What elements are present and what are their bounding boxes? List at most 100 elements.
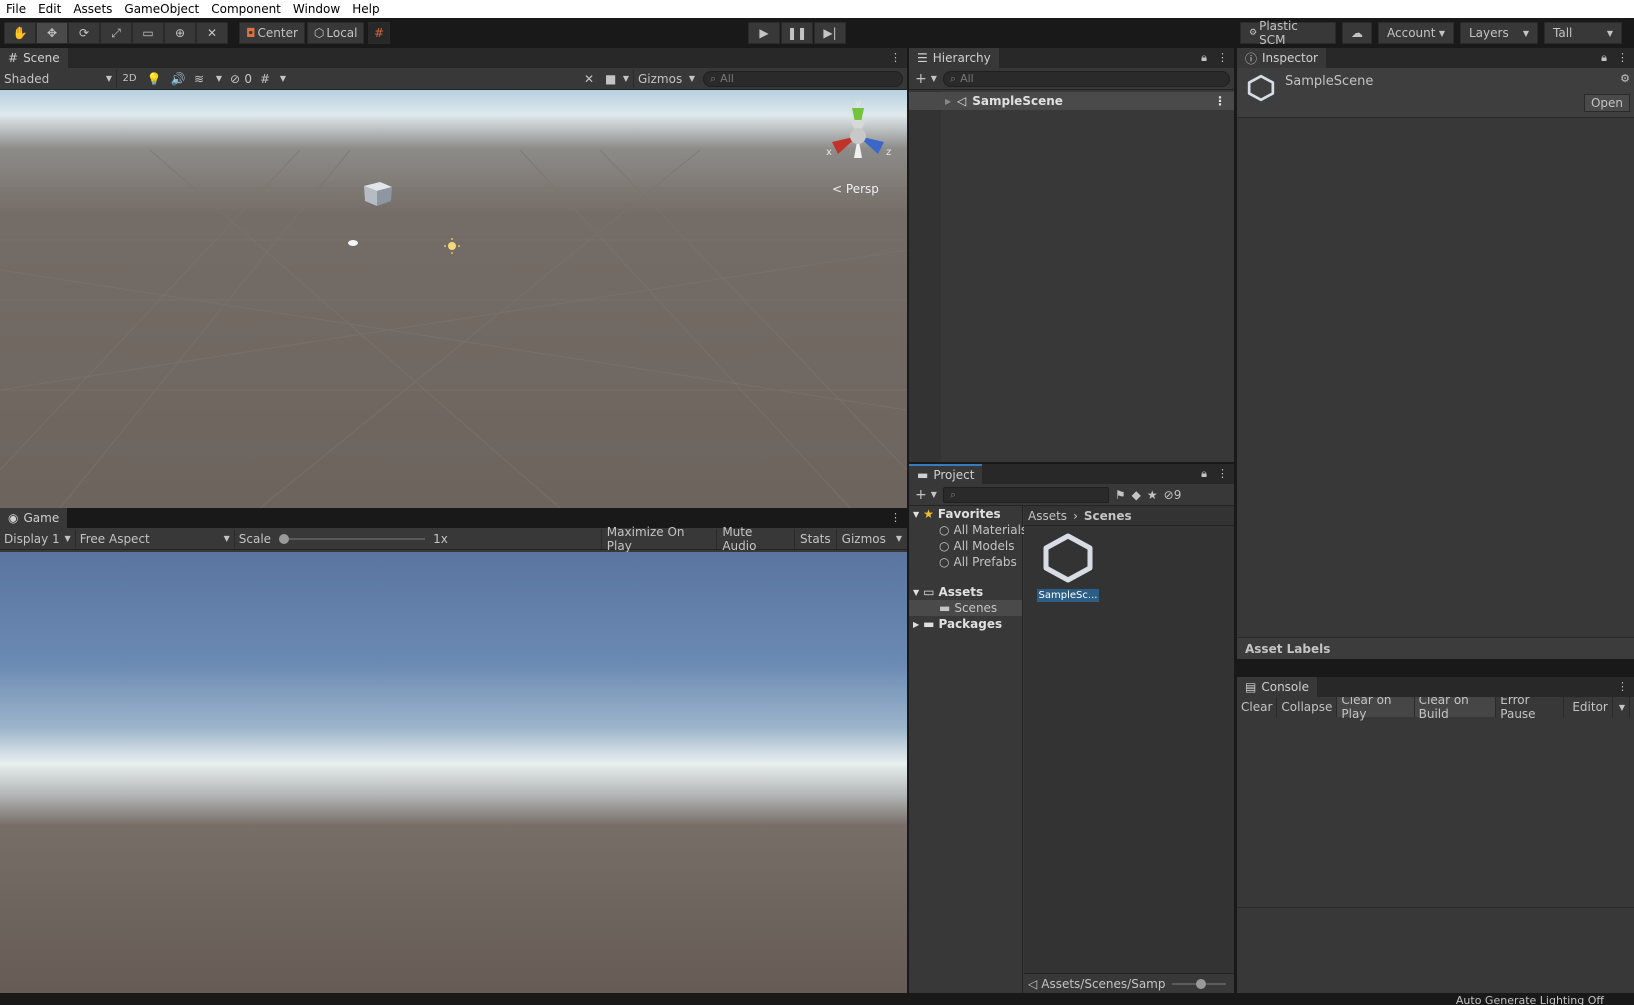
play-button-icon[interactable]: ▶: [748, 22, 780, 44]
shading-dropdown[interactable]: Shaded ▼: [0, 70, 116, 88]
hierarchy-search-input[interactable]: ⌕ All: [942, 70, 1230, 87]
pivot-local-button[interactable]: ⬡ Local: [306, 22, 365, 44]
camera-gizmo-icon[interactable]: [348, 240, 358, 246]
expand-arrow-icon[interactable]: ▶: [945, 97, 951, 106]
clear-on-play-toggle[interactable]: Clear on Play: [1337, 693, 1415, 721]
menu-gameobject[interactable]: GameObject: [118, 2, 205, 16]
mute-audio-toggle[interactable]: Mute Audio: [716, 525, 794, 553]
orientation-gizmo[interactable]: x y z: [818, 96, 898, 176]
search-by-type-icon[interactable]: ⚑: [1115, 488, 1126, 502]
tree-assets[interactable]: ▼ ▭ Assets: [909, 584, 1022, 600]
gizmos-dropdown[interactable]: Gizmos ▼: [633, 69, 699, 88]
project-search-input[interactable]: ⌕: [942, 486, 1109, 503]
tab-inspector[interactable]: ⓘ Inspector: [1237, 48, 1326, 68]
create-asset-button[interactable]: + ▼: [915, 486, 937, 504]
lighting-icon[interactable]: 💡: [142, 70, 166, 88]
scale-tool-icon[interactable]: ⤢: [100, 22, 132, 44]
tree-packages[interactable]: ▶ ▬ Packages: [909, 616, 1022, 632]
open-button[interactable]: Open: [1583, 94, 1630, 112]
aspect-dropdown[interactable]: Free Aspect ▼: [74, 529, 234, 548]
expand-arrow-icon[interactable]: ▶: [913, 620, 919, 629]
menu-component[interactable]: Component: [205, 2, 287, 16]
scale-slider[interactable]: [279, 533, 426, 544]
menu-window[interactable]: Window: [287, 2, 346, 16]
tree-favorites[interactable]: ▼ ★ Favorites: [909, 506, 1022, 522]
more-options-icon[interactable]: ⋮: [1214, 94, 1226, 108]
breadcrumb-assets[interactable]: Assets: [1028, 509, 1067, 523]
hidden-packages-toggle[interactable]: ⊘9: [1164, 488, 1182, 502]
asset-labels-bar[interactable]: Asset Labels: [1237, 637, 1634, 659]
hierarchy-scene-row[interactable]: ▶ ◁ SampleScene ⋮: [909, 92, 1234, 110]
tab-hierarchy[interactable]: ☰ Hierarchy: [909, 48, 999, 68]
lock-icon[interactable]: 🔒︎: [1201, 467, 1207, 481]
more-options-icon[interactable]: ⋮: [1217, 467, 1228, 481]
hand-tool-icon[interactable]: ✋: [4, 22, 36, 44]
collapse-arrow-icon[interactable]: ▼: [913, 588, 919, 597]
tree-all-models[interactable]: ○ All Models: [909, 538, 1022, 554]
error-pause-toggle[interactable]: Error Pause: [1496, 693, 1565, 721]
breadcrumb-scenes[interactable]: Scenes: [1084, 509, 1132, 523]
more-options-icon[interactable]: ⋮: [1617, 680, 1628, 693]
scene-search-input[interactable]: ⌕ All: [703, 70, 903, 87]
more-options-icon[interactable]: ⋮: [890, 51, 901, 64]
more-options-icon[interactable]: ⋮: [1617, 51, 1628, 65]
rotate-tool-icon[interactable]: ⟳: [68, 22, 100, 44]
tree-all-materials[interactable]: ○ All Materials: [909, 522, 1027, 538]
plastic-scm-button[interactable]: ⚙ Plastic SCM: [1240, 19, 1336, 47]
collapse-arrow-icon[interactable]: ▼: [913, 510, 919, 519]
clear-button[interactable]: Clear: [1237, 697, 1278, 717]
custom-tool-icon[interactable]: ✕: [196, 22, 228, 44]
layout-dropdown[interactable]: Tall ▼: [1544, 22, 1622, 44]
move-tool-icon[interactable]: ✥: [36, 22, 68, 44]
favorite-star-icon[interactable]: ★: [1147, 488, 1158, 502]
cube-object[interactable]: [364, 182, 392, 206]
gear-icon[interactable]: ⚙: [1620, 72, 1630, 85]
pivot-center-button[interactable]: ◘ Center: [239, 22, 305, 44]
more-options-icon[interactable]: ⋮: [890, 511, 901, 524]
scene-asset[interactable]: SampleSc...: [1036, 532, 1100, 602]
grid-snap-icon[interactable]: #: [368, 22, 390, 44]
transform-tool-icon[interactable]: ⊕: [164, 22, 196, 44]
cloud-icon[interactable]: ☁: [1342, 22, 1372, 44]
editor-dropdown[interactable]: Editor ▼: [1564, 697, 1634, 717]
display-dropdown[interactable]: Display 1 ▼: [0, 530, 75, 548]
pause-button-icon[interactable]: ❚❚: [781, 22, 813, 44]
grid-icon[interactable]: # ▼: [256, 70, 290, 88]
menu-help[interactable]: Help: [346, 2, 385, 16]
camera-icon[interactable]: ■ ▼: [601, 70, 633, 88]
tab-project[interactable]: ▬ Project: [909, 464, 983, 484]
account-dropdown[interactable]: Account ▼: [1378, 22, 1454, 44]
collapse-toggle[interactable]: Collapse: [1277, 697, 1338, 717]
clear-on-build-toggle[interactable]: Clear on Build: [1414, 693, 1497, 721]
hidden-objects-toggle[interactable]: ⊘ 0: [226, 70, 256, 88]
more-options-icon[interactable]: ⋮: [1217, 51, 1228, 65]
icon-size-thumb[interactable]: [1195, 978, 1206, 989]
layers-dropdown[interactable]: Layers ▼: [1460, 22, 1538, 44]
tab-game[interactable]: ◉ Game: [0, 508, 68, 528]
menu-edit[interactable]: Edit: [32, 2, 67, 16]
tools-icon[interactable]: ✕: [577, 70, 601, 88]
stats-toggle[interactable]: Stats: [794, 528, 836, 549]
2d-toggle[interactable]: 2D: [116, 69, 142, 88]
add-object-button[interactable]: + ▼: [915, 70, 937, 88]
tab-scene[interactable]: # Scene: [0, 48, 68, 68]
tree-scenes[interactable]: ▬ Scenes: [909, 600, 1022, 616]
lock-icon[interactable]: 🔒︎: [1601, 51, 1607, 65]
scene-viewport[interactable]: x y z < Persp: [0, 90, 907, 508]
step-button-icon[interactable]: ▶|: [814, 22, 846, 44]
icon-size-slider[interactable]: [1171, 978, 1226, 989]
tree-all-prefabs[interactable]: ○ All Prefabs: [909, 554, 1022, 570]
menu-file[interactable]: File: [0, 2, 32, 16]
tab-console[interactable]: ▤ Console: [1237, 677, 1317, 697]
maximize-on-play-toggle[interactable]: Maximize On Play: [600, 525, 717, 553]
rect-tool-icon[interactable]: ▭: [132, 22, 164, 44]
scale-slider-thumb[interactable]: [279, 533, 290, 544]
persp-toggle[interactable]: < Persp: [832, 182, 879, 196]
lock-icon[interactable]: 🔒︎: [1201, 51, 1207, 65]
effects-icon[interactable]: ≋ ▼: [190, 70, 226, 88]
audio-icon[interactable]: 🔊: [166, 70, 190, 88]
game-gizmos-dropdown[interactable]: Gizmos ▼: [835, 528, 907, 549]
search-by-label-icon[interactable]: ◆: [1132, 488, 1141, 502]
game-viewport[interactable]: [0, 552, 907, 993]
menu-assets[interactable]: Assets: [67, 2, 118, 16]
